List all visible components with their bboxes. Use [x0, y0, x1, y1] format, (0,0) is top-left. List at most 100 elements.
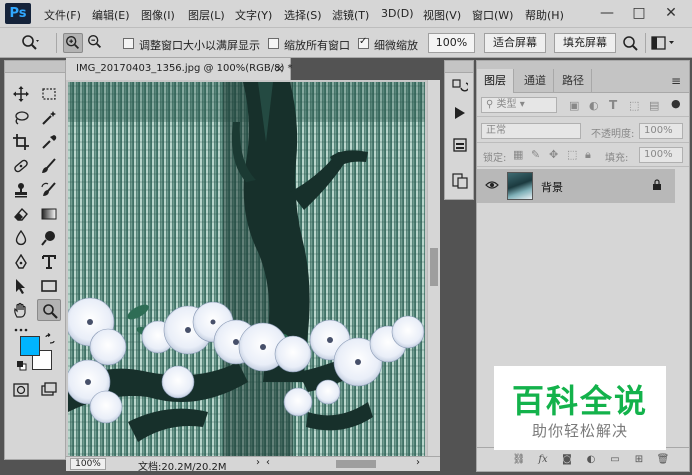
- magic-wand-tool[interactable]: [37, 107, 61, 129]
- fx-icon[interactable]: fx: [535, 452, 551, 468]
- lock-pixels-icon[interactable]: ✎: [531, 148, 540, 161]
- blend-mode-select[interactable]: 正常: [481, 123, 581, 139]
- scroll-right-icon[interactable]: ›: [416, 457, 420, 468]
- eye-icon[interactable]: [485, 178, 499, 192]
- link-layers-icon[interactable]: ⛓: [511, 452, 527, 468]
- new-adjustment-layer-icon[interactable]: ◐: [583, 452, 599, 468]
- fill-screen-button[interactable]: 填充屏幕: [554, 33, 616, 53]
- document-size-info[interactable]: 文档:20.2M/20.2M: [138, 458, 227, 473]
- new-layer-icon[interactable]: ⊞: [631, 452, 647, 468]
- menu-window[interactable]: 窗口(W): [472, 7, 513, 23]
- panel-menu-icon[interactable]: ≡: [671, 74, 681, 88]
- healing-brush-tool[interactable]: [9, 155, 33, 177]
- menu-layer[interactable]: 图层(L): [188, 7, 225, 23]
- history-panel-icon[interactable]: [452, 79, 470, 95]
- hand-tool[interactable]: [9, 299, 33, 321]
- tab-layers[interactable]: 图层: [477, 69, 514, 93]
- maximize-button[interactable]: □: [626, 2, 652, 24]
- brush-tool[interactable]: [37, 155, 61, 177]
- menu-filter[interactable]: 滤镜(T): [332, 7, 369, 23]
- type-tool[interactable]: [37, 251, 61, 273]
- lasso-tool[interactable]: [9, 107, 33, 129]
- scroll-left-icon[interactable]: ‹: [266, 457, 270, 468]
- minimize-button[interactable]: —: [594, 2, 620, 24]
- lock-all-icon[interactable]: 🔒︎: [585, 148, 591, 162]
- status-menu-arrow-icon[interactable]: ›: [256, 457, 260, 468]
- default-colors-icon[interactable]: [16, 360, 28, 372]
- adjustments-panel-icon[interactable]: [452, 173, 468, 189]
- eyedropper-tool[interactable]: [37, 131, 61, 153]
- filter-smart-object-icon[interactable]: ▤: [649, 99, 659, 112]
- scrubby-zoom-checkbox[interactable]: [358, 36, 369, 49]
- filter-shape-icon[interactable]: ⬚: [629, 99, 639, 112]
- fit-screen-button[interactable]: 适合屏幕: [484, 33, 546, 53]
- fill-field[interactable]: 100%: [639, 147, 683, 163]
- collapsed-panels-header[interactable]: [445, 61, 473, 73]
- tools-panel-header[interactable]: [5, 61, 65, 73]
- more-tools-icon[interactable]: [9, 323, 33, 337]
- lock-position-icon[interactable]: ✥: [549, 148, 558, 161]
- filter-adjustment-icon[interactable]: ◐: [589, 99, 599, 112]
- new-group-icon[interactable]: ▭: [607, 452, 623, 468]
- opacity-field[interactable]: 100%: [639, 123, 683, 139]
- search-icon[interactable]: [620, 33, 640, 53]
- kind-filter-value: 类型: [496, 99, 517, 110]
- menu-view[interactable]: 视图(V): [423, 7, 461, 23]
- rectangle-tool[interactable]: [37, 275, 61, 297]
- screen-mode-icon[interactable]: [37, 379, 61, 401]
- crop-tool[interactable]: [9, 131, 33, 153]
- path-selection-tool[interactable]: [9, 275, 33, 297]
- resize-windows-checkbox[interactable]: [123, 38, 134, 49]
- menu-select[interactable]: 选择(S): [284, 7, 322, 23]
- kind-filter-select[interactable]: ⚲ 类型 ▾: [481, 97, 557, 113]
- close-document-icon[interactable]: ×: [275, 58, 284, 80]
- delete-layer-icon[interactable]: 🗑︎: [655, 452, 671, 468]
- document-tab[interactable]: IMG_20170403_1356.jpg @ 100%(RGB/8) * ×: [66, 58, 293, 80]
- image-canvas[interactable]: [68, 82, 425, 456]
- filter-pixel-icon[interactable]: ▣: [569, 99, 579, 112]
- dodge-tool[interactable]: [37, 227, 61, 249]
- lock-artboard-icon[interactable]: ⬚: [567, 148, 577, 161]
- close-window-button[interactable]: ✕: [658, 2, 684, 24]
- history-brush-tool[interactable]: [37, 179, 61, 201]
- workspace-switcher-icon[interactable]: [650, 33, 674, 53]
- blur-tool[interactable]: [9, 227, 33, 249]
- swap-colors-icon[interactable]: [44, 333, 56, 345]
- menu-help[interactable]: 帮助(H): [525, 7, 564, 23]
- zoom-tool[interactable]: [37, 299, 61, 321]
- menu-edit[interactable]: 编辑(E): [92, 7, 130, 23]
- menu-image[interactable]: 图像(I): [141, 7, 175, 23]
- tab-paths[interactable]: 路径: [555, 69, 592, 93]
- status-zoom-field[interactable]: 100%: [70, 458, 106, 470]
- blend-opacity-row: 正常 不透明度: 100%: [477, 119, 689, 143]
- zoom-in-icon[interactable]: [63, 33, 83, 53]
- horizontal-scroll-thumb[interactable]: [336, 460, 376, 468]
- quick-mask-icon[interactable]: [9, 379, 33, 401]
- foreground-color-swatch[interactable]: [20, 336, 40, 356]
- move-tool[interactable]: [9, 83, 33, 105]
- layer-filter-row: ⚲ 类型 ▾ ▣ ◐ T ⬚ ▤ ●: [477, 93, 689, 117]
- add-mask-icon[interactable]: ◙: [559, 452, 575, 468]
- layer-row[interactable]: 背景: [477, 169, 675, 203]
- clone-stamp-tool[interactable]: [9, 179, 33, 201]
- marquee-tool[interactable]: [37, 83, 61, 105]
- actions-play-icon[interactable]: [452, 105, 468, 121]
- pen-tool[interactable]: [9, 251, 33, 273]
- zoom-level-field[interactable]: 100%: [428, 33, 475, 53]
- properties-panel-icon[interactable]: [452, 137, 468, 153]
- lock-transparency-icon[interactable]: ▦: [513, 148, 523, 161]
- menu-3d[interactable]: 3D(D): [381, 7, 414, 20]
- zoom-out-icon[interactable]: [86, 33, 106, 53]
- photoshop-logo: Ps: [5, 3, 31, 24]
- vertical-scroll-thumb[interactable]: [430, 248, 438, 286]
- eraser-tool[interactable]: [9, 203, 33, 225]
- gradient-tool[interactable]: [37, 203, 61, 225]
- menu-file[interactable]: 文件(F): [44, 7, 81, 23]
- filter-type-icon[interactable]: T: [609, 98, 617, 112]
- menu-type[interactable]: 文字(Y): [235, 7, 272, 23]
- filter-toggle-icon[interactable]: ●: [671, 97, 681, 110]
- vertical-scrollbar[interactable]: [427, 80, 440, 456]
- zoom-tool-preset-icon[interactable]: [20, 33, 40, 53]
- zoom-all-windows-checkbox[interactable]: [268, 38, 279, 49]
- tab-channels[interactable]: 通道: [517, 69, 554, 93]
